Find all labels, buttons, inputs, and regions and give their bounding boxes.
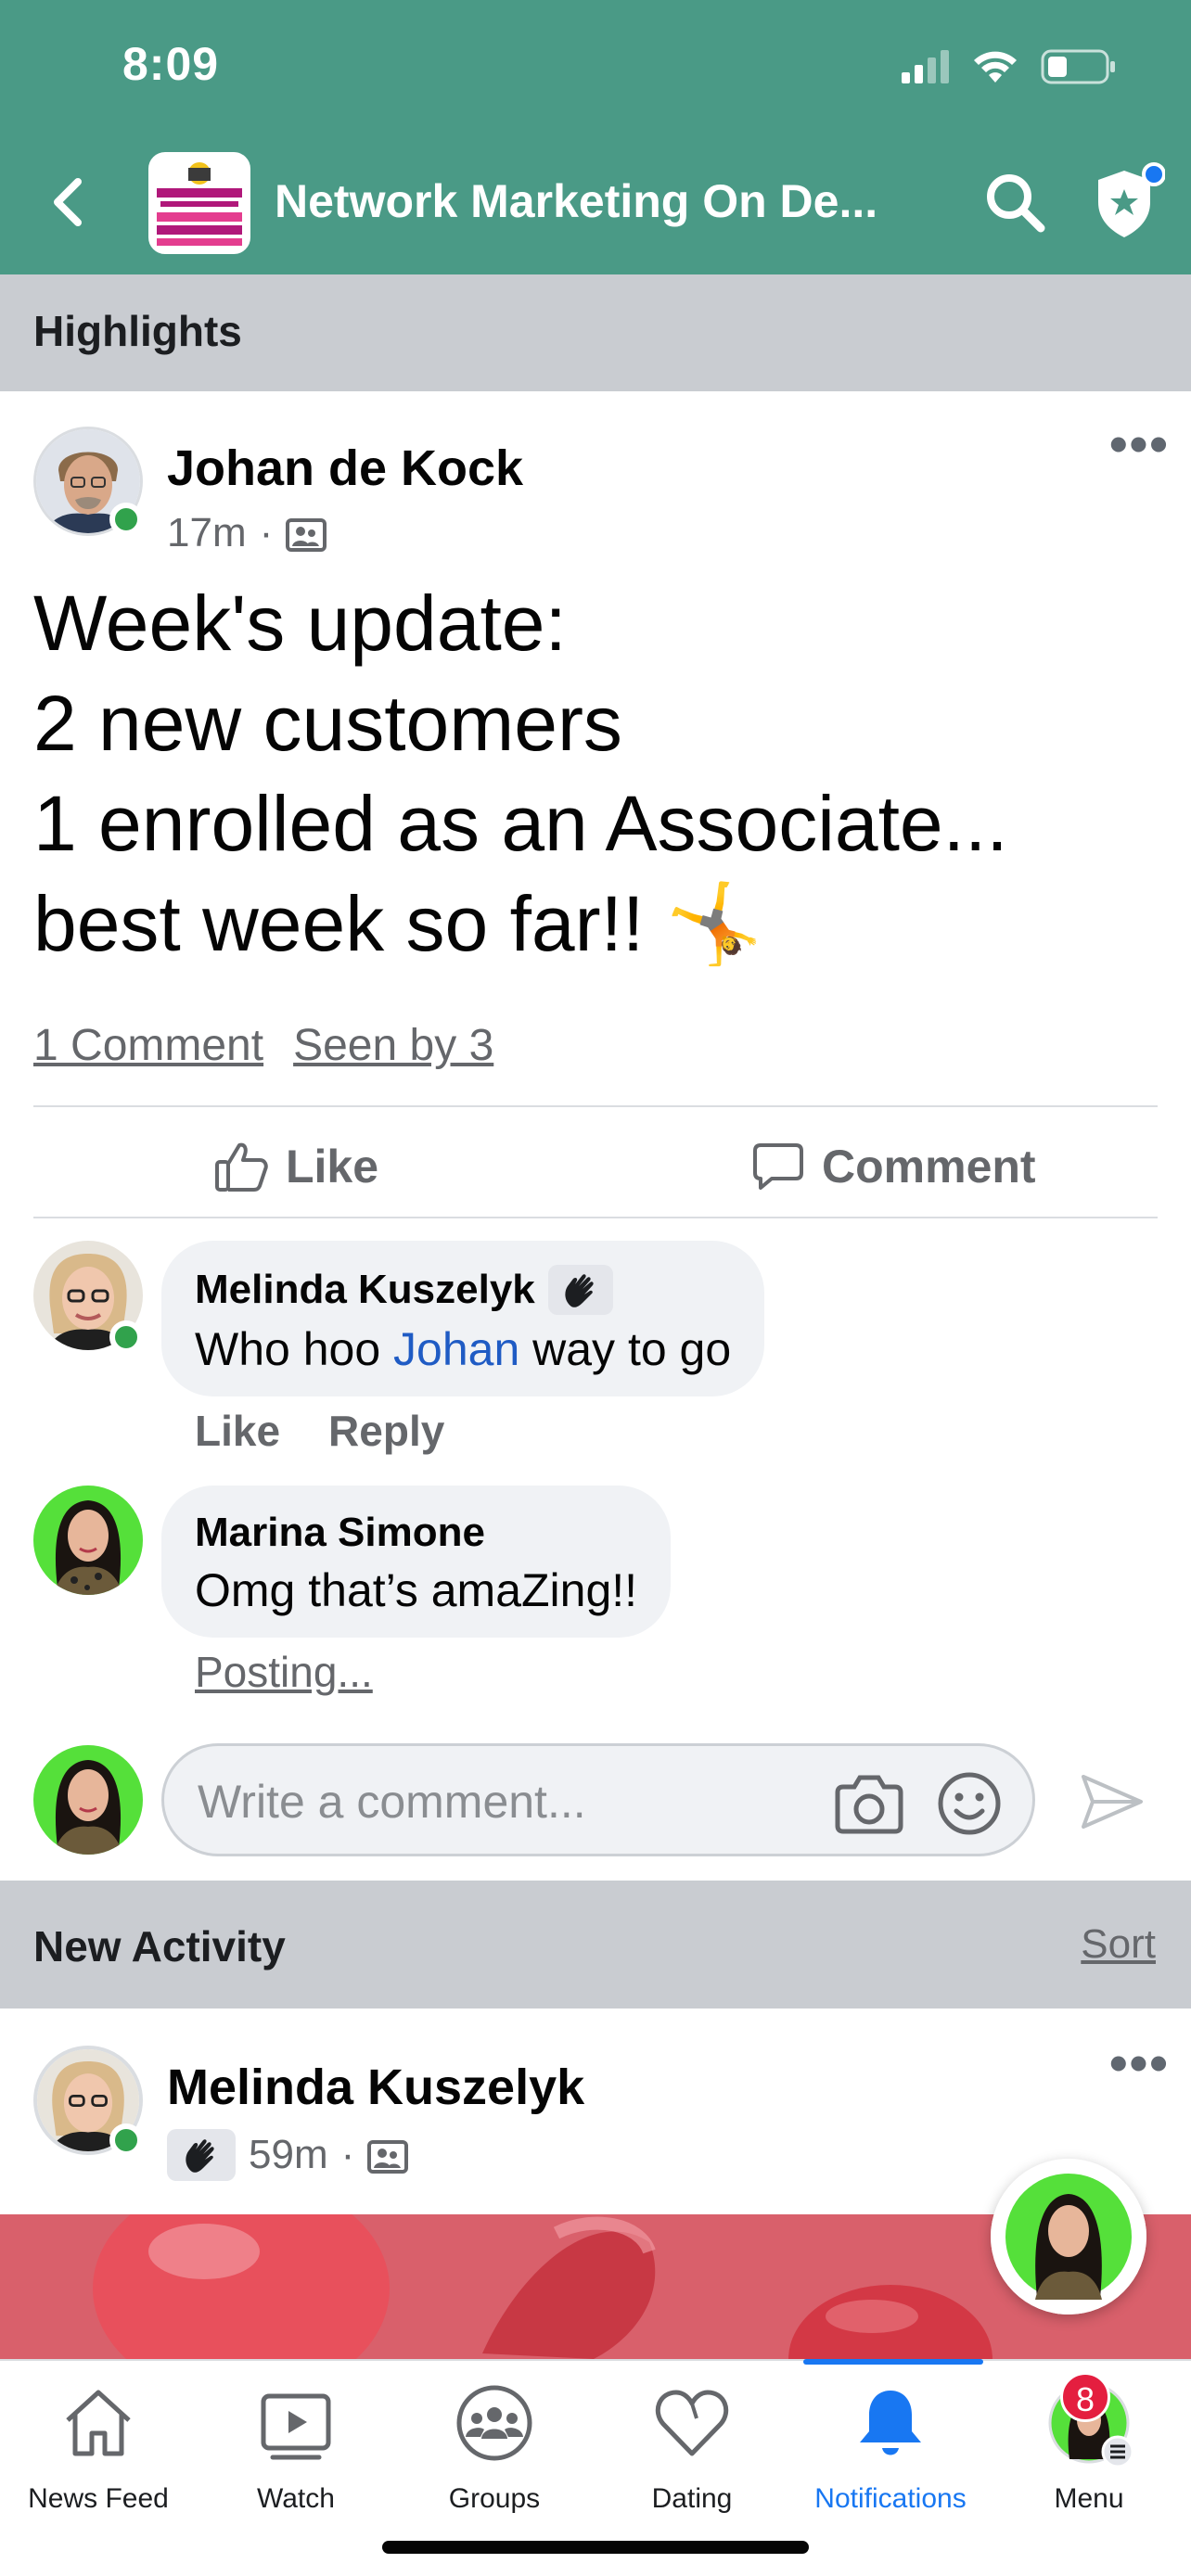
tab-groups[interactable]: Groups <box>402 2381 587 2548</box>
group-members-icon <box>286 518 327 552</box>
group-members-icon <box>367 2140 409 2174</box>
meta-separator: · <box>340 2132 355 2177</box>
sort-button[interactable]: Sort <box>1081 1921 1156 1968</box>
comment-text-after: way to go <box>519 1323 732 1375</box>
tab-label: Dating <box>651 2483 733 2514</box>
post-time[interactable]: 17m <box>167 510 247 556</box>
wifi-icon <box>974 51 1017 83</box>
group-title[interactable]: Network Marketing On De... <box>275 174 877 228</box>
tab-news-feed[interactable]: News Feed <box>6 2381 191 2548</box>
menu-avatar-wrap: 8 <box>1047 2372 1134 2468</box>
thumbs-up-icon <box>215 1142 268 1192</box>
marina-avatar-photo <box>33 1486 143 1595</box>
divider <box>33 1105 1158 1107</box>
highlights-bar: Highlights <box>0 274 1191 391</box>
status-icons <box>902 45 1117 89</box>
comment-text: Omg that’s amaZing!! <box>195 1564 638 1616</box>
heart-icon <box>655 2390 729 2456</box>
tab-notifications[interactable]: Notifications <box>798 2381 983 2548</box>
current-user-avatar[interactable] <box>33 1745 143 1855</box>
marina-avatar-photo <box>991 2159 1146 2315</box>
divider <box>33 1217 1158 1218</box>
online-status-dot <box>109 503 143 536</box>
commenter-name[interactable]: Melinda Kuszelyk <box>195 1267 535 1313</box>
comment-composer[interactable] <box>161 1743 1035 1856</box>
waving-hand-badge-icon <box>547 1265 613 1315</box>
tab-label: Menu <box>1054 2483 1124 2514</box>
tab-label: Watch <box>257 2483 335 2514</box>
post-line: 1 enrolled as an Associate... <box>33 780 1008 867</box>
post-line: 2 new customers <box>33 680 622 767</box>
play-icon <box>261 2393 331 2460</box>
battery-icon <box>1041 49 1115 84</box>
online-status-dot <box>109 2123 143 2157</box>
group-logo <box>151 155 248 251</box>
comment-bubble-icon <box>753 1143 803 1190</box>
marina-avatar-photo <box>33 1745 143 1855</box>
highlights-label: Highlights <box>33 307 242 355</box>
back-button[interactable] <box>41 172 96 232</box>
home-icon <box>66 2390 131 2456</box>
notification-count-badge: 8 <box>1060 2372 1110 2422</box>
tab-label: Notifications <box>814 2483 967 2514</box>
camera-icon[interactable] <box>834 1770 904 1835</box>
post-meta: 17m · <box>167 510 327 556</box>
post-meta: 59m · <box>167 2129 409 2181</box>
chat-head-bubble[interactable] <box>991 2159 1146 2315</box>
search-icon[interactable] <box>981 169 1048 236</box>
tab-watch[interactable]: Watch <box>203 2381 389 2548</box>
new-activity-label: New Activity <box>33 1922 286 1970</box>
comment-like-button[interactable]: Like <box>195 1406 280 1456</box>
post-author[interactable]: Melinda Kuszelyk <box>167 2059 584 2116</box>
comment-count-link[interactable]: 1 Comment <box>33 1020 263 1071</box>
tab-label: News Feed <box>28 2483 169 2514</box>
commenter-name-row: Melinda Kuszelyk <box>195 1265 731 1315</box>
bell-icon <box>860 2391 921 2455</box>
post-time[interactable]: 59m <box>249 2132 328 2178</box>
comment-reply-button[interactable]: Reply <box>328 1406 444 1456</box>
new-activity-bar: New Activity Sort <box>0 1881 1191 2009</box>
post-stats: 1 Comment Seen by 3 <box>33 1020 493 1071</box>
app-header: 8:09 Network Marketing On De... <box>0 0 1191 274</box>
comment-bubble[interactable]: Marina Simone Omg that’s amaZing!! <box>161 1486 672 1638</box>
post-more-options-icon[interactable]: ••• <box>1109 414 1170 474</box>
post-more-options-icon[interactable]: ••• <box>1109 2033 1170 2093</box>
comment-actions: Like Reply <box>195 1406 444 1456</box>
commenter-name-row: Marina Simone <box>195 1510 637 1556</box>
comment-label: Comment <box>822 1141 1036 1192</box>
menu-lines-icon <box>1101 2435 1134 2468</box>
comment-text: Who hoo Johan way to go <box>195 1322 731 1376</box>
comment-button[interactable]: Comment <box>751 1133 1036 1200</box>
tab-label: Groups <box>448 2483 541 2514</box>
signal-icon <box>902 50 949 83</box>
emoji-icon[interactable] <box>936 1770 1003 1837</box>
meta-separator: · <box>259 510 274 555</box>
comment-text-before: Who hoo <box>195 1323 394 1375</box>
online-status-dot <box>109 1320 143 1354</box>
commenter-avatar[interactable] <box>33 1486 143 1595</box>
admin-shield-icon[interactable] <box>1091 161 1165 243</box>
post-body: Week's update: 2 new customers 1 enrolle… <box>33 573 1008 974</box>
tab-menu[interactable]: 8 Menu <box>996 2372 1182 2548</box>
posting-status: Posting... <box>195 1648 373 1696</box>
comment-bubble[interactable]: Melinda Kuszelyk Who hoo Johan way to go <box>161 1241 765 1396</box>
nav-row: Network Marketing On De... <box>0 148 1191 256</box>
like-label: Like <box>286 1141 379 1192</box>
post-line: Week's update: <box>33 580 567 667</box>
seen-by-link[interactable]: Seen by 3 <box>293 1020 493 1071</box>
mention-link[interactable]: Johan <box>393 1323 519 1375</box>
waving-hand-badge-icon <box>167 2129 236 2181</box>
comment-input[interactable] <box>198 1772 754 1831</box>
tab-dating[interactable]: Dating <box>599 2381 785 2548</box>
like-button[interactable]: Like <box>213 1133 378 1200</box>
commenter-name[interactable]: Marina Simone <box>195 1510 485 1556</box>
active-tab-indicator <box>803 2359 983 2365</box>
home-indicator[interactable] <box>382 2541 809 2554</box>
group-thumbnail[interactable] <box>148 152 250 254</box>
post-author[interactable]: Johan de Kock <box>167 440 523 497</box>
groups-icon <box>456 2385 532 2461</box>
status-time: 8:09 <box>122 38 220 90</box>
send-icon[interactable] <box>1078 1767 1146 1836</box>
post-line: best week so far!! 🤸 <box>33 880 763 967</box>
